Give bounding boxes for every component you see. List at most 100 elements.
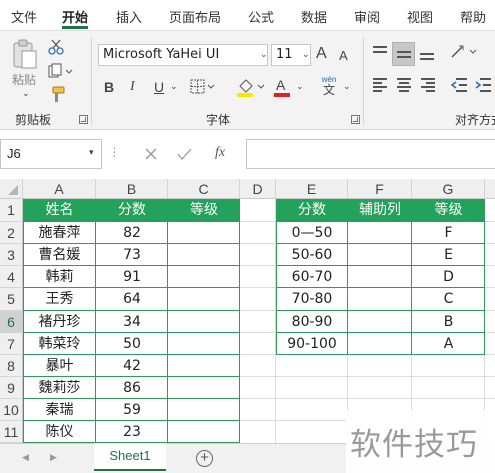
underline-button[interactable]: U — [154, 79, 164, 95]
table2-cell-grade[interactable]: A — [412, 333, 485, 355]
table1-cell-grade[interactable] — [168, 399, 240, 421]
column-header-d[interactable]: D — [240, 179, 276, 199]
clipboard-launcher-icon[interactable] — [79, 115, 88, 124]
font-launcher-icon[interactable] — [351, 115, 360, 124]
enter-icon[interactable] — [177, 148, 192, 161]
table2-cell-grade[interactable]: D — [412, 266, 485, 288]
table2-header-helper[interactable]: 辅助列 — [348, 199, 412, 221]
menu-file[interactable]: 文件 — [11, 7, 37, 26]
table1-cell-score[interactable]: 91 — [96, 266, 168, 288]
table1-cell-name[interactable]: 韩莉 — [23, 266, 96, 288]
sheet-tab-sheet1[interactable]: Sheet1 — [94, 443, 166, 471]
table2-cell-range[interactable]: 60-70 — [276, 266, 348, 288]
column-header-e[interactable]: E — [276, 179, 348, 199]
row-header-1[interactable]: 1 — [0, 199, 23, 222]
align-left-button[interactable] — [373, 77, 389, 93]
table2-cell-helper[interactable] — [348, 311, 412, 333]
table1-cell-name[interactable]: 王秀 — [23, 288, 96, 311]
phonetic-dropdown-icon[interactable]: ⌄ — [343, 81, 351, 92]
align-top-button[interactable] — [373, 45, 389, 61]
menu-page-layout[interactable]: 页面布局 — [169, 7, 221, 26]
row-header-2[interactable]: 2 — [0, 222, 23, 244]
table1-cell-grade[interactable] — [168, 244, 240, 266]
row-header-7[interactable]: 7 — [0, 333, 23, 355]
copy-button[interactable] — [48, 63, 74, 82]
align-middle-button[interactable] — [392, 42, 415, 66]
table1-cell-grade[interactable] — [168, 355, 240, 377]
table2-header-score[interactable]: 分数 — [276, 199, 348, 221]
increase-indent-button[interactable] — [474, 77, 492, 93]
decrease-font-size-icon[interactable]: A — [339, 48, 348, 64]
phonetic-guide-button[interactable]: wén 文 — [318, 75, 340, 96]
align-center-button[interactable] — [397, 77, 413, 93]
table1-cell-name[interactable]: 曹名媛 — [23, 244, 96, 266]
cut-button[interactable] — [48, 39, 64, 58]
table1-cell-score[interactable]: 73 — [96, 244, 168, 266]
table2-cell-range[interactable]: 70-80 — [276, 288, 348, 311]
table1-cell-grade[interactable] — [168, 377, 240, 399]
row-header-11[interactable]: 11 — [0, 421, 23, 443]
table2-cell-helper[interactable] — [348, 244, 412, 266]
table1-cell-name[interactable]: 魏莉莎 — [23, 377, 96, 399]
table1-cell-score[interactable]: 42 — [96, 355, 168, 377]
column-header-h[interactable] — [485, 179, 495, 199]
table1-cell-score[interactable]: 34 — [96, 311, 168, 333]
orientation-button[interactable] — [450, 43, 480, 64]
paste-button[interactable] — [10, 39, 40, 71]
insert-function-icon[interactable]: fx — [215, 145, 225, 161]
row-header-6[interactable]: 6 — [0, 311, 23, 333]
table1-header-score[interactable]: 分数 — [96, 199, 168, 221]
table2-cell-range[interactable]: 0—50 — [276, 222, 348, 244]
menu-insert[interactable]: 插入 — [116, 7, 142, 26]
prev-sheet-icon[interactable]: ◀ — [22, 452, 29, 463]
name-box-dropdown-icon[interactable]: ▾ — [89, 147, 94, 158]
table1-header-name[interactable]: 姓名 — [23, 199, 96, 221]
table2-header-grade[interactable]: 等级 — [412, 199, 485, 221]
row-header-8[interactable]: 8 — [0, 355, 23, 377]
font-name-dropdown-icon[interactable]: ⌄ — [260, 49, 268, 60]
paste-dropdown-icon[interactable]: ⌄ — [22, 88, 30, 99]
formula-bar-grip-icon[interactable]: · · · — [112, 140, 117, 162]
row-header-10[interactable]: 10 — [0, 399, 23, 421]
align-bottom-button[interactable] — [420, 45, 436, 61]
select-all-corner[interactable] — [0, 179, 23, 199]
table1-cell-score[interactable]: 59 — [96, 399, 168, 421]
column-header-g[interactable]: G — [412, 179, 485, 199]
format-painter-button[interactable] — [48, 86, 66, 107]
table2-cell-helper[interactable] — [348, 288, 412, 311]
table1-cell-grade[interactable] — [168, 421, 240, 443]
menu-help[interactable]: 帮助 — [460, 7, 486, 26]
fill-color-button[interactable] — [236, 77, 266, 100]
table1-cell-grade[interactable] — [168, 311, 240, 333]
table1-cell-score[interactable]: 86 — [96, 377, 168, 399]
increase-font-size-icon[interactable]: A — [316, 46, 327, 62]
column-header-b[interactable]: B — [96, 179, 168, 199]
table1-cell-name[interactable]: 褚丹珍 — [23, 311, 96, 333]
table2-cell-grade[interactable]: F — [412, 222, 485, 244]
table2-cell-grade[interactable]: E — [412, 244, 485, 266]
table1-cell-grade[interactable] — [168, 222, 240, 244]
table1-cell-score[interactable]: 82 — [96, 222, 168, 244]
table1-cell-score[interactable]: 23 — [96, 421, 168, 443]
menu-review[interactable]: 审阅 — [354, 7, 380, 26]
row-header-3[interactable]: 3 — [0, 244, 23, 266]
underline-dropdown-icon[interactable]: ⌄ — [170, 81, 178, 92]
menu-home[interactable]: 开始 — [62, 7, 88, 26]
cancel-icon[interactable] — [145, 148, 157, 160]
table2-cell-range[interactable]: 50-60 — [276, 244, 348, 266]
table2-cell-helper[interactable] — [348, 222, 412, 244]
table2-cell-helper[interactable] — [348, 333, 412, 355]
next-sheet-icon[interactable]: ▶ — [50, 452, 57, 463]
row-header-9[interactable]: 9 — [0, 377, 23, 399]
borders-button[interactable] — [190, 79, 216, 98]
column-header-a[interactable]: A — [23, 179, 96, 199]
table1-cell-name[interactable]: 秦瑞 — [23, 399, 96, 421]
table1-cell-name[interactable]: 韩菜玲 — [23, 333, 96, 355]
table1-header-grade[interactable]: 等级 — [168, 199, 240, 221]
bold-button[interactable]: B — [104, 79, 114, 95]
formula-input[interactable] — [246, 139, 495, 169]
menu-view[interactable]: 视图 — [407, 7, 433, 26]
table1-cell-score[interactable]: 64 — [96, 288, 168, 311]
menu-data[interactable]: 数据 — [301, 7, 327, 26]
table1-cell-name[interactable]: 陈仪 — [23, 421, 96, 443]
